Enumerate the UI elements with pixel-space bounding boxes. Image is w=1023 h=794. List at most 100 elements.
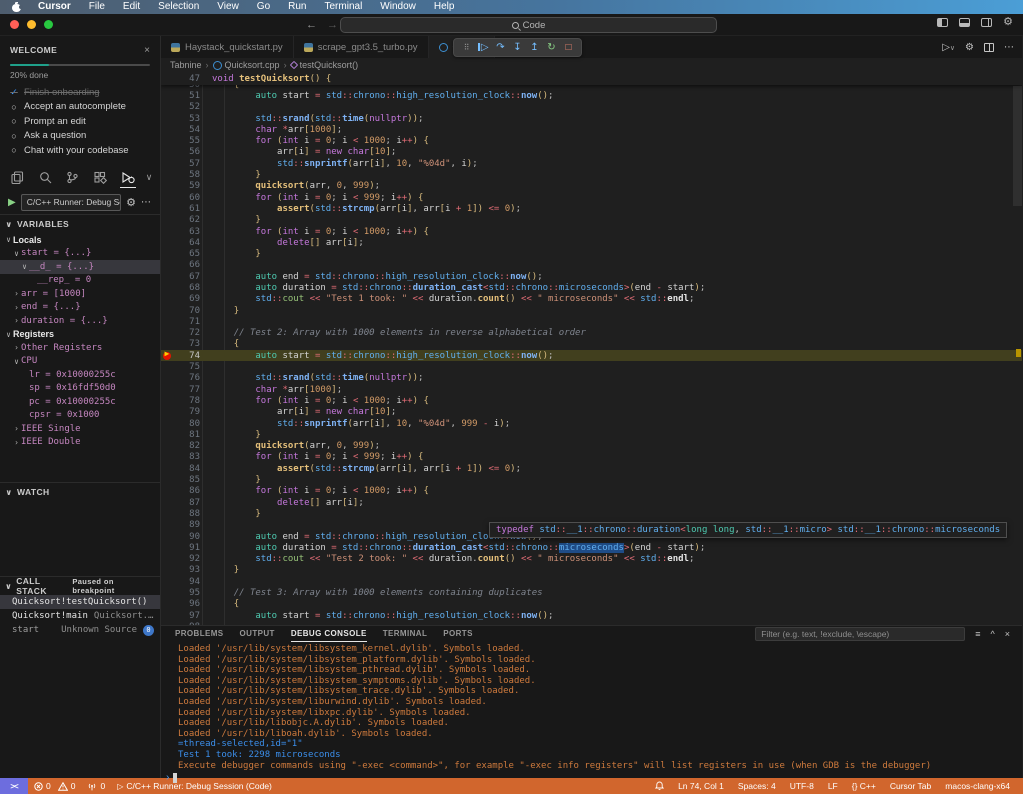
code-line[interactable]: 83 for (int i = 0; i < 999; i++) { [161, 452, 1022, 463]
code-line[interactable]: 87 delete[] arr[i]; [161, 497, 1022, 508]
call-stack-frame[interactable]: Quicksort!mainQuicksort.cpp [0, 609, 160, 623]
code-line[interactable]: 51 auto start = std::chrono::high_resolu… [161, 90, 1022, 101]
onboarding-step[interactable]: ○Ask a question [10, 129, 150, 144]
editor-scrollbar[interactable] [1013, 86, 1022, 206]
onboarding-step[interactable]: ○Accept an autocomplete [10, 100, 150, 115]
code-line[interactable]: 79 arr[i] = new char[10]; [161, 407, 1022, 418]
chevron-down-icon[interactable]: ∨ [146, 172, 153, 183]
code-line[interactable]: 62 } [161, 215, 1022, 226]
run-and-debug-icon[interactable] [118, 166, 138, 188]
line-number[interactable]: 58 [176, 170, 200, 180]
panel-tab-problems[interactable]: PROBLEMS [175, 626, 224, 642]
line-number[interactable]: 71 [176, 317, 200, 327]
code-line[interactable]: 75 [161, 361, 1022, 372]
line-number[interactable]: 85 [176, 475, 200, 485]
code-line[interactable]: 66 [161, 260, 1022, 271]
variable-row[interactable]: ›Other Registers [0, 341, 160, 355]
customize-layout-icon[interactable]: ⚙ [1003, 18, 1013, 27]
explorer-icon[interactable] [8, 166, 28, 188]
line-number[interactable]: 90 [176, 532, 200, 542]
remote-indicator[interactable]: >< [0, 778, 28, 794]
line-number[interactable]: 97 [176, 611, 200, 621]
toggle-secondary-sidebar-icon[interactable] [981, 18, 992, 27]
code-line[interactable]: 88 } [161, 508, 1022, 519]
call-stack-header[interactable]: ∨ CALL STACK Paused on breakpoint [0, 577, 160, 595]
continue-icon[interactable]: ▷ [475, 39, 492, 56]
source-control-icon[interactable] [63, 166, 83, 188]
line-number[interactable]: 65 [176, 249, 200, 259]
code-line[interactable]: 61 assert(std::strcmp(arr[i], arr[i + 1]… [161, 203, 1022, 214]
menu-item-file[interactable]: File [80, 0, 114, 14]
code-line[interactable]: 78 for (int i = 0; i < 1000; i++) { [161, 395, 1022, 406]
stop-icon[interactable]: □ [560, 39, 577, 56]
breadcrumb-item[interactable]: Quicksort.cpp [213, 60, 280, 70]
line-number[interactable]: 52 [176, 102, 200, 112]
line-number[interactable]: 70 [176, 306, 200, 316]
filter-options-icon[interactable]: ≡ [975, 629, 980, 639]
menu-item-go[interactable]: Go [248, 0, 279, 14]
editor-tab[interactable]: Haystack_quickstart.py [161, 36, 294, 58]
line-number[interactable]: 81 [176, 430, 200, 440]
run-or-debug-icon[interactable]: ▷∨ [942, 42, 955, 53]
menu-item-edit[interactable]: Edit [114, 0, 149, 14]
breadcrumb-item[interactable]: testQuicksort() [291, 60, 359, 70]
line-number[interactable]: 69 [176, 294, 200, 304]
panel-tab-debug-console[interactable]: DEBUG CONSOLE [291, 626, 367, 642]
close-panel-icon[interactable]: × [1005, 629, 1010, 639]
code-line[interactable]: 56 arr[i] = new char[10]; [161, 147, 1022, 158]
line-number[interactable]: 72 [176, 328, 200, 338]
variable-row[interactable]: ›IEEE Single [0, 422, 160, 436]
minimize-window-button[interactable] [27, 20, 36, 29]
code-line[interactable]: 67 auto end = std::chrono::high_resoluti… [161, 271, 1022, 282]
editor-tab[interactable]: scrape_gpt3.5_turbo.py [294, 36, 429, 58]
code-line[interactable]: 70 } [161, 305, 1022, 316]
code-line[interactable]: 76 std::srand(std::time(nullptr)); [161, 373, 1022, 384]
code-line[interactable]: 59 quicksort(arr, 0, 999); [161, 181, 1022, 192]
line-number[interactable]: 94 [176, 577, 200, 587]
debug-console-prompt[interactable]: › [166, 772, 1022, 783]
drag-handle-icon[interactable]: ⠿ [458, 39, 475, 56]
code-line[interactable]: 72 // Test 2: Array with 1000 elements i… [161, 328, 1022, 339]
variable-row[interactable]: pc = 0x10000255c [0, 395, 160, 409]
step-into-icon[interactable]: ↧ [509, 39, 526, 56]
code-line[interactable]: 55 for (int i = 0; i < 1000; i++) { [161, 135, 1022, 146]
line-number[interactable]: 61 [176, 204, 200, 214]
code-line[interactable]: 97 auto start = std::chrono::high_resolu… [161, 610, 1022, 621]
code-line[interactable]: 94 [161, 576, 1022, 587]
call-stack-frame[interactable]: startUnknown Source0 [0, 623, 160, 637]
variable-row[interactable]: ∨Registers [0, 328, 160, 342]
start-debug-icon[interactable]: ▶ [8, 197, 16, 208]
menu-item-window[interactable]: Window [371, 0, 425, 14]
problems-status[interactable]: 0 0 [28, 781, 81, 791]
code-line[interactable]: 71 [161, 316, 1022, 327]
code-line[interactable]: 86 for (int i = 0; i < 1000; i++) { [161, 486, 1022, 497]
line-number[interactable]: 67 [176, 272, 200, 282]
line-number[interactable]: 74 [176, 351, 200, 361]
command-center-search[interactable]: Code [340, 17, 717, 33]
variable-row[interactable]: ∨CPU [0, 355, 160, 369]
broadcast-status[interactable]: 0 [81, 781, 111, 791]
code-line[interactable]: 96 { [161, 599, 1022, 610]
line-number[interactable]: 84 [176, 464, 200, 474]
variable-row[interactable]: ∨__d_ = {...} [0, 260, 160, 274]
call-stack-frame[interactable]: Quicksort!testQuicksort()Qu… [0, 595, 160, 609]
line-number[interactable]: 56 [176, 147, 200, 157]
code-line[interactable]: ▶74 auto start = std::chrono::high_resol… [161, 350, 1022, 361]
line-number[interactable]: 77 [176, 385, 200, 395]
extensions-icon[interactable] [91, 166, 111, 188]
line-number[interactable]: 82 [176, 441, 200, 451]
breadcrumb-item[interactable]: Tabnine [170, 60, 202, 70]
code-line[interactable]: 68 auto duration = std::chrono::duration… [161, 282, 1022, 293]
code-line[interactable]: 65 } [161, 248, 1022, 259]
code-line[interactable]: 82 quicksort(arr, 0, 999); [161, 441, 1022, 452]
apple-icon[interactable] [12, 3, 21, 12]
line-number[interactable]: 88 [176, 509, 200, 519]
more-actions-icon[interactable]: ⋯ [1004, 42, 1014, 53]
code-line[interactable]: 53 std::srand(std::time(nullptr)); [161, 113, 1022, 124]
split-editor-icon[interactable] [984, 43, 994, 52]
code-line[interactable]: 58 } [161, 169, 1022, 180]
step-over-icon[interactable]: ↷ [492, 39, 509, 56]
code-line[interactable]: 52 [161, 102, 1022, 113]
line-number[interactable]: 60 [176, 193, 200, 203]
debug-config-dropdown[interactable]: C/C++ Runner: Debug Sess ∨ [21, 194, 121, 211]
